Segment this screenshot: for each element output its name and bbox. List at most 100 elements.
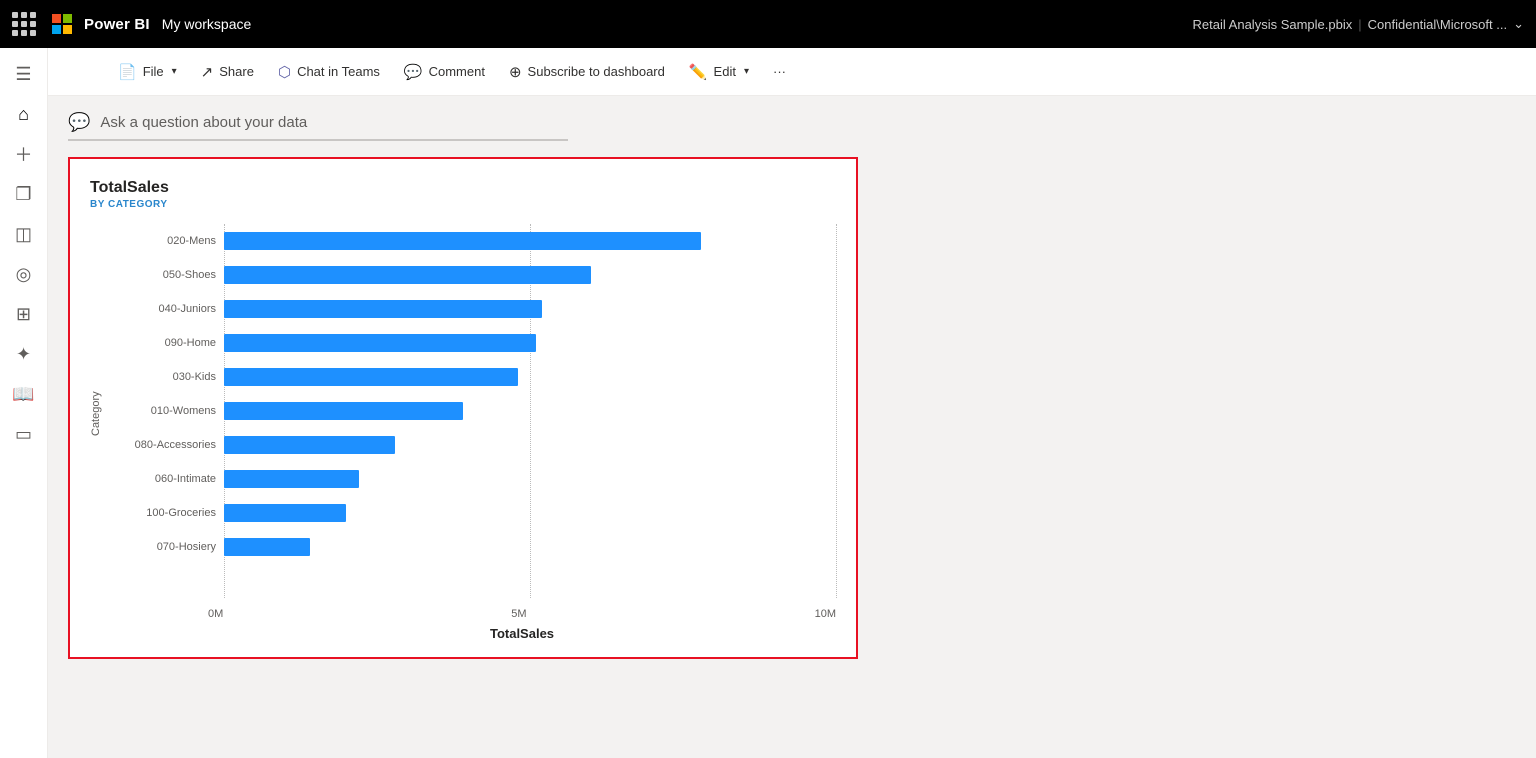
comment-button[interactable]: 💬 Comment bbox=[394, 57, 495, 87]
bar bbox=[224, 300, 542, 318]
row-label: 030-Kids bbox=[106, 371, 216, 383]
x-tick: 10M bbox=[815, 608, 836, 620]
bar bbox=[224, 334, 536, 352]
sidebar-goals[interactable]: ◎ bbox=[6, 256, 42, 292]
sidebar-monitor[interactable]: ▭ bbox=[6, 416, 42, 452]
microsoft-logo bbox=[52, 14, 72, 34]
bar-area bbox=[224, 292, 836, 326]
edit-icon: ✏️ bbox=[689, 63, 708, 81]
sidebar-apps[interactable]: ⊞ bbox=[6, 296, 42, 332]
bar-area bbox=[224, 394, 836, 428]
row-label: 090-Home bbox=[106, 337, 216, 349]
grid-line bbox=[836, 224, 837, 598]
row-label: 070-Hosiery bbox=[106, 541, 216, 553]
share-button[interactable]: ↗ Share bbox=[191, 57, 264, 87]
chart-row: 050-Shoes bbox=[106, 258, 836, 292]
bar-area bbox=[224, 224, 836, 258]
more-options-button[interactable]: ··· bbox=[763, 58, 796, 85]
x-axis-ticks: 0M 5M 10M bbox=[208, 608, 836, 620]
confidential-label: Confidential\Microsoft ... bbox=[1368, 17, 1507, 32]
content-area: 💬 Ask a question about your data TotalSa… bbox=[48, 96, 1536, 758]
bar bbox=[224, 368, 518, 386]
row-label: 050-Shoes bbox=[106, 269, 216, 281]
share-icon: ↗ bbox=[201, 63, 214, 81]
bar-area bbox=[224, 258, 836, 292]
sidebar-data[interactable]: ◫ bbox=[6, 216, 42, 252]
dropdown-chevron-icon[interactable]: ⌄ bbox=[1513, 16, 1524, 32]
subscribe-button[interactable]: ⊕ Subscribe to dashboard bbox=[499, 57, 675, 87]
chart-row: 010-Womens bbox=[106, 394, 836, 428]
app-launcher-icon[interactable] bbox=[12, 12, 36, 36]
file-icon: 📄 bbox=[118, 63, 137, 81]
comment-label: Comment bbox=[429, 64, 485, 79]
bar bbox=[224, 402, 463, 420]
bar bbox=[224, 436, 395, 454]
more-icon: ··· bbox=[773, 64, 786, 79]
y-axis-label: Category bbox=[90, 224, 102, 604]
row-label: 010-Womens bbox=[106, 405, 216, 417]
file-info: Retail Analysis Sample.pbix bbox=[1193, 17, 1353, 32]
row-label: 040-Juniors bbox=[106, 303, 216, 315]
chart-row: 030-Kids bbox=[106, 360, 836, 394]
x-tick: 0M bbox=[208, 608, 223, 620]
toolbar: 📄 File ▾ ↗ Share ⬡ Chat in Teams 💬 Comme… bbox=[48, 48, 1536, 96]
file-label: File bbox=[143, 64, 164, 79]
top-bar: Power BI My workspace Retail Analysis Sa… bbox=[0, 0, 1536, 48]
teams-icon: ⬡ bbox=[278, 63, 291, 81]
share-label: Share bbox=[219, 64, 254, 79]
bar-area bbox=[224, 496, 836, 530]
x-axis-label: TotalSales bbox=[208, 626, 836, 641]
ask-icon: 💬 bbox=[68, 112, 90, 133]
comment-icon: 💬 bbox=[404, 63, 423, 81]
chat-label: Chat in Teams bbox=[297, 64, 380, 79]
sidebar-learn[interactable]: ✦ bbox=[6, 336, 42, 372]
ask-placeholder: Ask a question about your data bbox=[100, 114, 307, 131]
sidebar-home[interactable]: ⌂ bbox=[6, 96, 42, 132]
sidebar-book[interactable]: 📖 bbox=[6, 376, 42, 412]
sidebar-create[interactable]: ＋ bbox=[6, 136, 42, 172]
top-bar-right: Retail Analysis Sample.pbix | Confidenti… bbox=[1193, 16, 1524, 32]
sidebar-browse[interactable]: ❐ bbox=[6, 176, 42, 212]
subscribe-label: Subscribe to dashboard bbox=[528, 64, 665, 79]
subscribe-icon: ⊕ bbox=[509, 63, 522, 81]
row-label: 060-Intimate bbox=[106, 473, 216, 485]
powerbi-brand: Power BI bbox=[84, 16, 150, 33]
row-label: 020-Mens bbox=[106, 235, 216, 247]
sidebar: ☰ ⌂ ＋ ❐ ◫ ◎ ⊞ ✦ 📖 ▭ bbox=[0, 48, 48, 758]
bar bbox=[224, 538, 310, 556]
chart-row: 020-Mens bbox=[106, 224, 836, 258]
bar bbox=[224, 470, 359, 488]
bar-area bbox=[224, 530, 836, 564]
edit-label: Edit bbox=[714, 64, 736, 79]
file-button[interactable]: 📄 File ▾ bbox=[108, 57, 187, 87]
bar bbox=[224, 266, 591, 284]
chart-inner: Category 020-Mens 050-Shoes 040-Juniors 090… bbox=[90, 224, 836, 604]
sidebar-hamburger[interactable]: ☰ bbox=[6, 56, 42, 92]
chart-row: 070-Hosiery bbox=[106, 530, 836, 564]
chart-container: TotalSales BY CATEGORY Category 020-Mens… bbox=[68, 157, 858, 659]
edit-button[interactable]: ✏️ Edit ▾ bbox=[679, 57, 759, 87]
file-chevron-icon: ▾ bbox=[172, 66, 177, 77]
chart-row: 060-Intimate bbox=[106, 462, 836, 496]
x-tick: 5M bbox=[511, 608, 526, 620]
chart-bottom: 0M 5M 10M TotalSales bbox=[208, 608, 836, 641]
chart-rows-area: 020-Mens 050-Shoes 040-Juniors 090-Home 030-… bbox=[106, 224, 836, 604]
bar-area bbox=[224, 360, 836, 394]
row-label: 080-Accessories bbox=[106, 439, 216, 451]
workspace-label: My workspace bbox=[162, 16, 251, 32]
chart-title: TotalSales bbox=[90, 179, 836, 197]
main-layout: ☰ ⌂ ＋ ❐ ◫ ◎ ⊞ ✦ 📖 ▭ 📄 File ▾ ↗ Share ⬡ C… bbox=[0, 48, 1536, 758]
bar bbox=[224, 504, 346, 522]
bar-area bbox=[224, 428, 836, 462]
ask-bar[interactable]: 💬 Ask a question about your data bbox=[68, 112, 568, 141]
edit-chevron-icon: ▾ bbox=[744, 66, 749, 77]
chart-row: 090-Home bbox=[106, 326, 836, 360]
row-label: 100-Groceries bbox=[106, 507, 216, 519]
chart-row: 080-Accessories bbox=[106, 428, 836, 462]
bar-area bbox=[224, 462, 836, 496]
chart-row: 100-Groceries bbox=[106, 496, 836, 530]
chart-subtitle: BY CATEGORY bbox=[90, 199, 836, 210]
separator: | bbox=[1358, 17, 1361, 32]
chat-in-teams-button[interactable]: ⬡ Chat in Teams bbox=[268, 57, 390, 87]
chart-row: 040-Juniors bbox=[106, 292, 836, 326]
